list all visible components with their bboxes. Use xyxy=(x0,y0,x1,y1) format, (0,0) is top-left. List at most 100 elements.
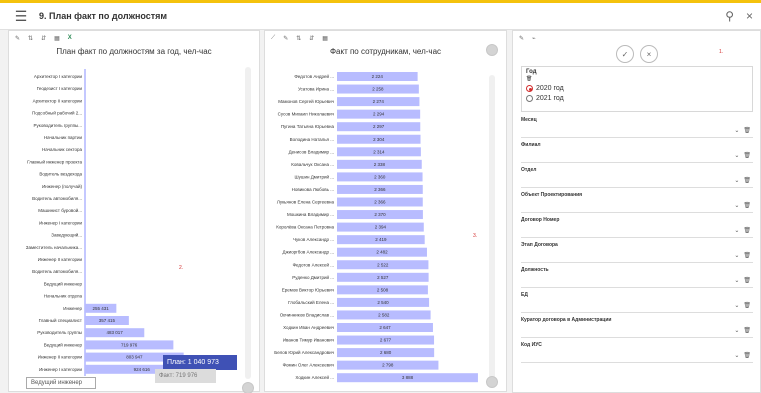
employee-bar-chart: Федотов Андрей ... 2 224 Усатова Ирина ...… xyxy=(274,72,478,383)
category-label: Ведущий инженер xyxy=(44,341,83,347)
chevron-down-icon[interactable]: ⌄ xyxy=(734,302,739,309)
category-label: Инженер xyxy=(63,306,82,311)
year-filter[interactable]: Год 🗑 2020 год 2021 год xyxy=(521,66,753,112)
chevron-down-icon[interactable]: ⌄ xyxy=(734,202,739,209)
category-label: Инженер II категории xyxy=(38,355,83,360)
trash-icon[interactable]: 🗑 xyxy=(743,127,751,134)
plan-tooltip: План: 1 040 973 xyxy=(163,355,237,370)
field-tools: ⌄ 🗑 xyxy=(734,202,751,209)
check-icon[interactable]: ✓ xyxy=(616,45,634,63)
line-icon[interactable]: ⟋ xyxy=(271,35,275,42)
employee-label: Ходкин Иван Андреевич xyxy=(283,325,335,330)
filter-icon[interactable]: ⚲ xyxy=(725,9,734,23)
hover-label: Ведущий инженер xyxy=(26,377,96,389)
bar-value-label: 2 314 xyxy=(373,149,385,154)
annotation-2: 2. xyxy=(179,265,184,271)
trash-icon[interactable]: 🗑 xyxy=(743,252,751,259)
close-icon[interactable]: × xyxy=(640,45,658,63)
chevron-down-icon[interactable]: ⌄ xyxy=(734,327,739,334)
chevron-down-icon[interactable]: ⌄ xyxy=(734,227,739,234)
year-option-2021[interactable]: 2021 год xyxy=(526,95,748,102)
sort-icon[interactable]: ⇅ xyxy=(296,35,301,42)
bar-value-label: 2 366 xyxy=(374,200,386,205)
trash-icon[interactable]: 🗑 xyxy=(743,352,751,359)
sort-desc-icon[interactable]: ⇵ xyxy=(309,35,314,42)
field-list: Месяц ⌄ 🗑 Филиал ⌄ 🗑 Отдел ⌄ 🗑 Объект Проектирова… xyxy=(521,115,753,363)
year-option-2020-label: 2020 год xyxy=(536,85,564,92)
table-icon[interactable]: ▦ xyxy=(54,35,60,42)
center-scroll-thumb-top[interactable] xyxy=(486,44,498,56)
employee-label: Белов Юрий Александрович xyxy=(274,349,334,355)
employee-label: Глобальский Елена ... xyxy=(288,299,334,305)
filter-field[interactable]: Должность ⌄ 🗑 xyxy=(521,265,753,288)
chevron-down-icon[interactable]: ⌄ xyxy=(734,352,739,359)
bar-value-label: 2 540 xyxy=(377,300,389,305)
edit-icon[interactable]: ✎ xyxy=(519,35,524,42)
annotation-1: 1. xyxy=(719,49,724,55)
filter-field-label: Отдел xyxy=(521,167,537,173)
chevron-down-icon[interactable]: ⌄ xyxy=(734,177,739,184)
bar-value-label: 255 431 xyxy=(93,306,110,311)
category-label: Начальник отдела xyxy=(44,294,83,299)
trash-icon[interactable]: 🗑 xyxy=(743,277,751,284)
chevron-down-icon[interactable]: ⌄ xyxy=(734,152,739,159)
employee-label: Пугина Татьяна Юрьевна xyxy=(281,124,335,129)
chevron-down-icon[interactable]: ⌄ xyxy=(734,277,739,284)
bar-value-label: 2 680 xyxy=(380,350,392,355)
bar-value-label: 2 366 xyxy=(374,187,386,192)
bar-value-label: 719 976 xyxy=(121,342,138,347)
chevron-down-icon[interactable]: ⌄ xyxy=(734,252,739,259)
filter-field[interactable]: Филиал ⌄ 🗑 xyxy=(521,140,753,163)
sort-desc-icon[interactable]: ⇵ xyxy=(41,35,46,42)
trash-icon[interactable]: 🗑 xyxy=(743,202,751,209)
filter-field-label: Код ИУС xyxy=(521,342,542,348)
trash-icon[interactable]: 🗑 xyxy=(743,152,751,159)
filter-field[interactable]: Этап Договора ⌄ 🗑 xyxy=(521,240,753,263)
radio-2021[interactable] xyxy=(526,95,533,102)
employee-label: Еремов Виктор Юрьевич xyxy=(282,287,335,292)
bar-value-label: 803 947 xyxy=(126,355,143,360)
trash-icon[interactable]: 🗑 xyxy=(526,76,748,82)
filter-field[interactable]: Объект Проектирования ⌄ 🗑 xyxy=(521,190,753,213)
edit-icon[interactable]: ✎ xyxy=(15,35,20,42)
employee-chart-panel: ⟋ ✎ ⇅ ⇵ ▦ Факт по сотрудникам, чел-час Ф… xyxy=(264,30,507,392)
bar-value-label: 2 522 xyxy=(377,262,389,267)
filter-field[interactable]: Куратор договора в Администрации ⌄ 🗑 xyxy=(521,315,753,338)
filter-field[interactable]: Месяц ⌄ 🗑 xyxy=(521,115,753,138)
field-tools: ⌄ 🗑 xyxy=(734,252,751,259)
bar-value-label: 3 888 xyxy=(402,375,414,380)
menu-icon[interactable]: ☰ xyxy=(9,4,33,28)
table-icon[interactable]: ▦ xyxy=(322,35,328,42)
filter-field[interactable]: Код ИУС ⌄ 🗑 xyxy=(521,340,753,363)
filter-field[interactable]: Отдел ⌄ 🗑 xyxy=(521,165,753,188)
left-scroll-thumb[interactable] xyxy=(242,382,254,393)
chevron-down-icon[interactable]: ⌄ xyxy=(734,127,739,134)
employee-label: Руденко Дмитрий ... xyxy=(292,274,334,280)
trash-icon[interactable]: 🗑 xyxy=(743,177,751,184)
category-label: Заведующий... xyxy=(51,232,82,238)
category-label: Подсобный рабочий 2... xyxy=(32,110,82,116)
center-scrollbar[interactable] xyxy=(489,75,495,383)
x-icon[interactable]: X xyxy=(68,35,72,41)
year-option-2020[interactable]: 2020 год xyxy=(526,85,748,92)
left-scrollbar[interactable] xyxy=(245,67,251,379)
employee-label: Шушин Дмитрий ... xyxy=(295,173,334,179)
filter-field[interactable]: Договор Номер ⌄ 🗑 xyxy=(521,215,753,238)
app-window: ☰ 9. План факт по должностям ⚲ × ✎ ⇅ ⇵ ▦… xyxy=(0,0,761,393)
bar-value-label: 2 677 xyxy=(380,338,392,343)
link-icon[interactable]: ⌁ xyxy=(532,35,536,42)
category-label: Инженер II категории xyxy=(38,257,83,262)
bar-value-label: 483 017 xyxy=(106,330,123,335)
trash-icon[interactable]: 🗑 xyxy=(743,227,751,234)
category-label: Инженер I категории xyxy=(39,367,83,372)
employee-label: Новикова Любовь ... xyxy=(292,187,334,192)
close-icon[interactable]: × xyxy=(746,9,753,23)
bar-value-label: 2 360 xyxy=(374,174,386,179)
edit-icon[interactable]: ✎ xyxy=(283,35,288,42)
trash-icon[interactable]: 🗑 xyxy=(743,302,751,309)
center-scroll-thumb-bottom[interactable] xyxy=(486,376,498,388)
trash-icon[interactable]: 🗑 xyxy=(743,327,751,334)
sort-icon[interactable]: ⇅ xyxy=(28,35,33,42)
filter-field[interactable]: ЕД ⌄ 🗑 xyxy=(521,290,753,313)
radio-2020[interactable] xyxy=(526,85,533,92)
